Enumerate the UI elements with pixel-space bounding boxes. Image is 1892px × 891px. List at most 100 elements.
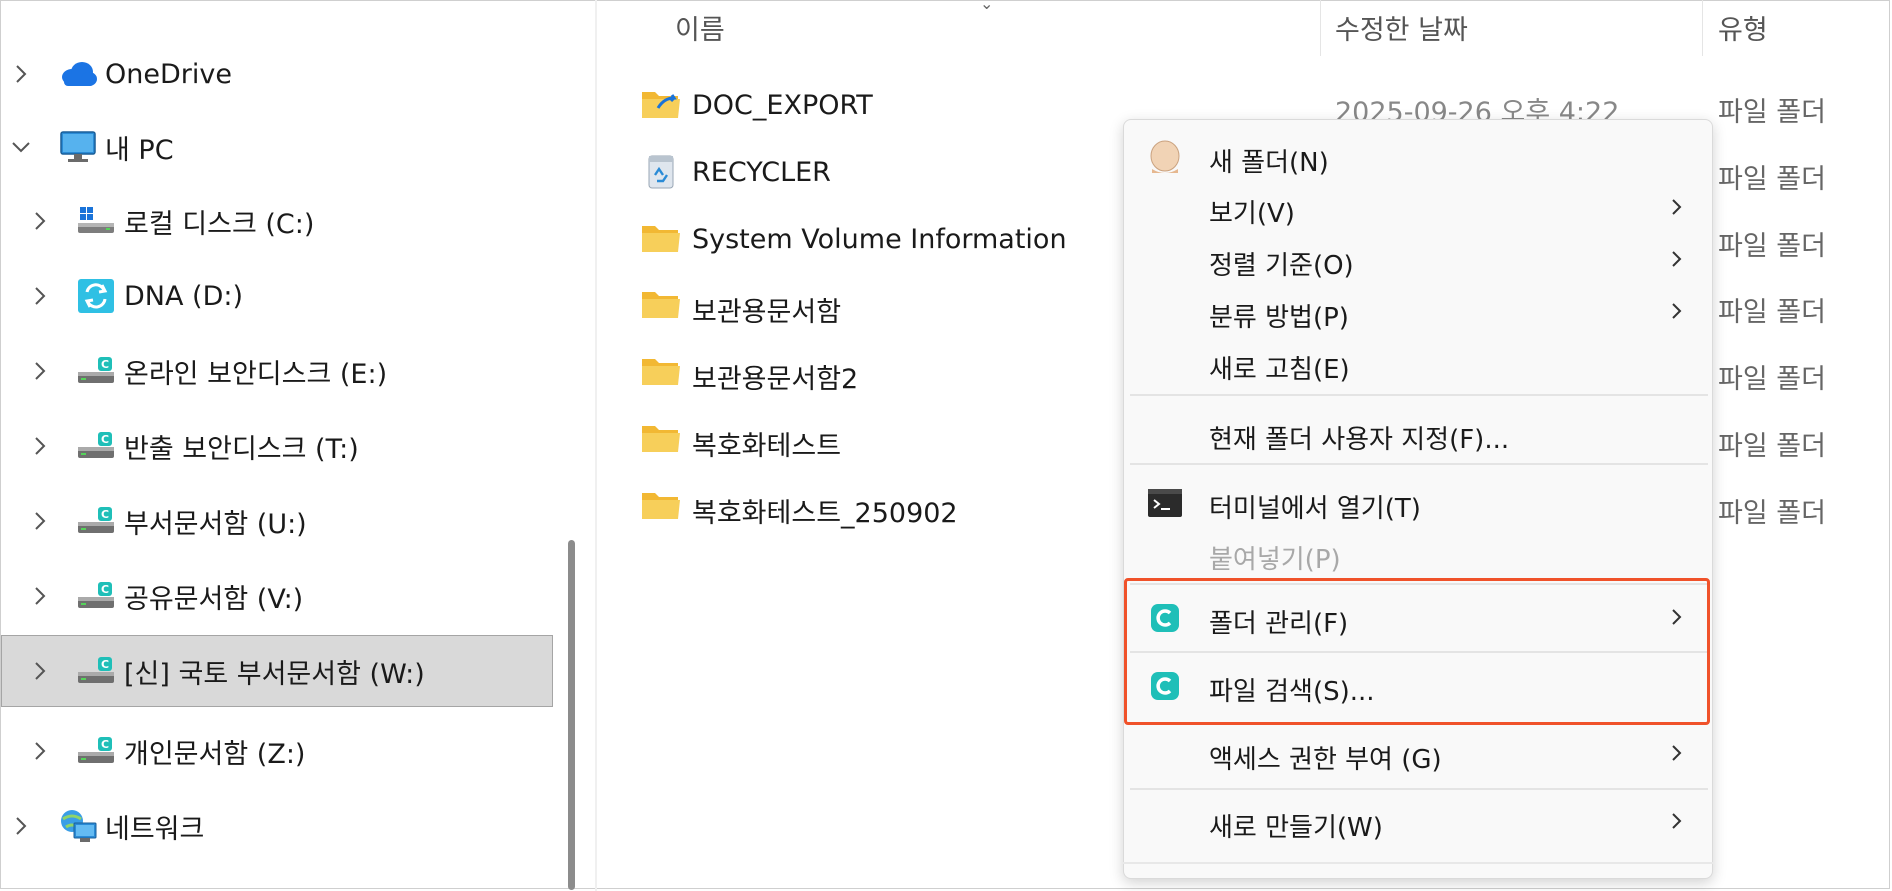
folder-icon (640, 487, 682, 525)
file-name: 보관용문서함2 (692, 364, 859, 395)
sidebar-item-new-dept-docs-w[interactable]: C [신] 국토 부서문서함 (W:) (1, 635, 553, 707)
file-type: 파일 폴더 (1718, 431, 1826, 462)
file-name: System Volume Information (692, 224, 1067, 255)
menu-item-label: 분류 방법(P) (1209, 303, 1349, 333)
chevron-right-icon[interactable] (25, 506, 55, 536)
folder-icon (640, 286, 682, 324)
menu-item-label: 붙여넣기(P) (1209, 545, 1341, 575)
secure-drive-icon: C (75, 576, 117, 616)
file-type: 파일 폴더 (1718, 97, 1826, 128)
sidebar-item-secure-disk-e[interactable]: C 온라인 보안디스크 (E:) (1, 335, 553, 407)
sidebar-scrollbar[interactable] (568, 540, 575, 890)
file-type: 파일 폴더 (1718, 297, 1826, 328)
folder-icon (640, 353, 682, 391)
folder-icon (640, 220, 682, 258)
menu-item-new[interactable]: 새로 만들기(W) (1124, 797, 1712, 847)
column-divider[interactable] (1702, 0, 1703, 56)
submenu-arrow-icon (1666, 809, 1688, 833)
file-name: DOC_EXPORT (692, 90, 873, 121)
chevron-right-icon[interactable] (6, 59, 36, 89)
sidebar-item-label: 개인문서함 (Z:) (124, 738, 306, 770)
submenu-arrow-icon (1666, 247, 1688, 271)
menu-item-label: 터미널에서 열기(T) (1209, 494, 1421, 524)
sync-drive-icon (75, 276, 117, 316)
menu-separator (1130, 463, 1708, 465)
menu-item-group-by[interactable]: 분류 방법(P) (1124, 287, 1712, 337)
computer-monitor-icon (57, 127, 99, 167)
menu-item-sort-by[interactable]: 정렬 기준(O) (1124, 235, 1712, 285)
file-name: 복호화테스트 (692, 431, 842, 462)
menu-separator (1130, 788, 1708, 790)
chevron-right-icon[interactable] (25, 431, 55, 461)
chevron-right-icon[interactable] (25, 356, 55, 386)
annotation-highlight-box (1124, 578, 1710, 725)
file-type: 파일 폴더 (1718, 231, 1826, 262)
chevron-right-icon[interactable] (25, 206, 55, 236)
sidebar-item-dept-docs-u[interactable]: C 부서문서함 (U:) (1, 485, 553, 557)
sidebar-item-export-disk-t[interactable]: C 반출 보안디스크 (T:) (1, 410, 553, 482)
secure-drive-icon: C (75, 731, 117, 771)
context-menu: 새 폴더(N) 보기(V) 정렬 기준(O) 분류 방법(P) 새로 고침(E)… (1123, 119, 1713, 879)
pane-divider[interactable] (595, 0, 597, 891)
submenu-arrow-icon (1666, 299, 1688, 323)
chevron-right-icon[interactable] (25, 281, 55, 311)
submenu-arrow-icon (1666, 195, 1688, 219)
sidebar-item-local-disk-c[interactable]: 로컬 디스크 (C:) (1, 185, 553, 257)
svg-text:C: C (101, 433, 109, 446)
file-name: RECYCLER (692, 157, 831, 188)
sidebar-item-label: 공유문서함 (V:) (124, 583, 304, 615)
sort-indicator-icon: ⌄ (980, 0, 994, 13)
secure-drive-icon: C (75, 501, 117, 541)
folder-icon (640, 420, 682, 458)
sidebar-item-this-pc[interactable]: 내 PC (1, 111, 553, 183)
chevron-right-icon[interactable] (25, 736, 55, 766)
svg-text:C: C (101, 508, 109, 521)
chevron-right-icon[interactable] (25, 581, 55, 611)
sidebar-item-personal-docs-z[interactable]: C 개인문서함 (Z:) (1, 715, 553, 787)
column-header-modified[interactable]: 수정한 날짜 (1335, 8, 1468, 47)
file-name: 보관용문서함 (692, 297, 842, 328)
svg-text:C: C (101, 358, 109, 371)
recycle-bin-icon (640, 153, 682, 191)
chevron-right-icon[interactable] (6, 811, 36, 841)
terminal-icon (1146, 484, 1184, 522)
menu-item-label: 액세스 권한 부여 (G) (1209, 745, 1442, 775)
column-divider[interactable] (1320, 0, 1321, 56)
secure-drive-icon: C (75, 651, 117, 691)
menu-item-open-in-terminal[interactable]: 터미널에서 열기(T) (1124, 478, 1712, 528)
menu-item-new-folder[interactable]: 새 폴더(N) (1124, 132, 1712, 182)
menu-item-label: 새로 만들기(W) (1209, 813, 1383, 843)
menu-item-customize-folder[interactable]: 현재 폴더 사용자 지정(F)... (1124, 409, 1712, 459)
svg-text:C: C (101, 583, 109, 596)
file-type: 파일 폴더 (1718, 364, 1826, 395)
menu-separator (1123, 862, 1713, 864)
sidebar-item-onedrive[interactable]: OneDrive (1, 38, 553, 110)
chevron-down-icon[interactable] (6, 132, 36, 162)
submenu-arrow-icon (1666, 741, 1688, 765)
new-folder-icon (1146, 138, 1184, 176)
column-header-name[interactable]: 이름 (675, 8, 725, 47)
sidebar-item-label: 네트워크 (105, 813, 205, 845)
column-header-type[interactable]: 유형 (1718, 8, 1768, 47)
sidebar-item-label: 온라인 보안디스크 (E:) (124, 358, 388, 390)
sidebar-item-label: DNA (D:) (124, 280, 243, 312)
sidebar-item-label: 반출 보안디스크 (T:) (124, 433, 359, 465)
menu-item-label: 보기(V) (1209, 199, 1295, 229)
menu-item-label: 새 폴더(N) (1209, 148, 1329, 178)
menu-item-grant-access[interactable]: 액세스 권한 부여 (G) (1124, 729, 1712, 779)
file-type: 파일 폴더 (1718, 498, 1826, 529)
sidebar-item-network[interactable]: 네트워크 (1, 790, 553, 862)
menu-item-label: 현재 폴더 사용자 지정(F)... (1209, 425, 1510, 455)
chevron-right-icon[interactable] (25, 656, 55, 686)
sidebar-item-shared-docs-v[interactable]: C 공유문서함 (V:) (1, 560, 553, 632)
menu-item-refresh[interactable]: 새로 고침(E) (1124, 339, 1712, 389)
menu-item-paste: 붙여넣기(P) (1124, 529, 1712, 579)
menu-item-label: 새로 고침(E) (1209, 355, 1350, 385)
menu-item-label: 정렬 기준(O) (1209, 251, 1354, 281)
sidebar-item-label: [신] 국토 부서문서함 (W:) (124, 658, 425, 690)
windows-drive-icon (75, 201, 117, 241)
onedrive-cloud-icon (57, 54, 99, 94)
sidebar-item-dna-d[interactable]: DNA (D:) (1, 260, 553, 332)
menu-item-view[interactable]: 보기(V) (1124, 183, 1712, 233)
sidebar-item-label: 로컬 디스크 (C:) (124, 208, 315, 240)
